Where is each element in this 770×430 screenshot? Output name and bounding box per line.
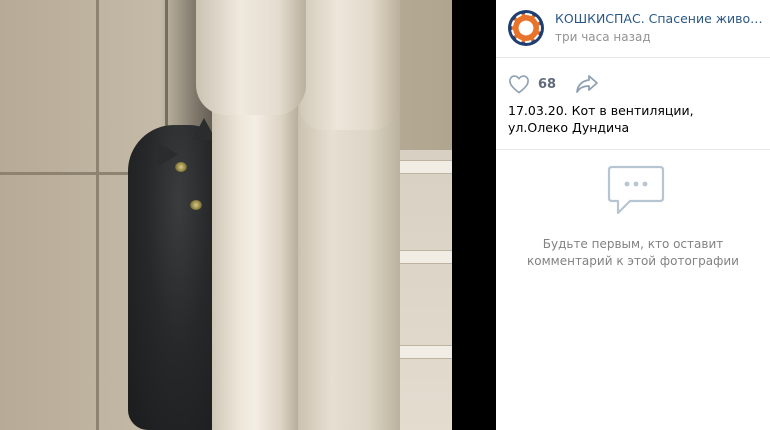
share-arrow-icon [576, 75, 598, 93]
like-button[interactable]: 68 [508, 73, 556, 95]
post-time[interactable]: три часа назад [555, 30, 651, 44]
tile-grout-line [96, 0, 99, 430]
cat-eye [190, 200, 202, 210]
post-header: КОШКИСПАС. Спасение животных Пе три часа… [496, 0, 770, 58]
pipe-collar [196, 0, 306, 115]
group-name-link[interactable]: КОШКИСПАС. Спасение животных Пе [555, 11, 765, 26]
comment-bubble-icon [607, 165, 665, 215]
cat-eye [175, 162, 187, 172]
post-photo[interactable] [0, 0, 452, 430]
pipe-collar [300, 0, 395, 130]
like-count: 68 [538, 76, 557, 92]
avatar-ring [511, 13, 541, 43]
post-side-panel: КОШКИСПАС. Спасение животных Пе три часа… [496, 0, 770, 430]
post-caption: 17.03.20. Кот в вентиляции, ул.Олеко Дун… [508, 103, 694, 135]
heart-icon [509, 75, 529, 94]
post-actions: 68 17.03.20. Кот в вентиляции, ул.Олеко … [496, 58, 770, 150]
share-button[interactable] [575, 74, 599, 94]
no-comments-text: Будьте первым, кто оставит комментарий к… [527, 237, 739, 268]
cat [128, 125, 220, 430]
